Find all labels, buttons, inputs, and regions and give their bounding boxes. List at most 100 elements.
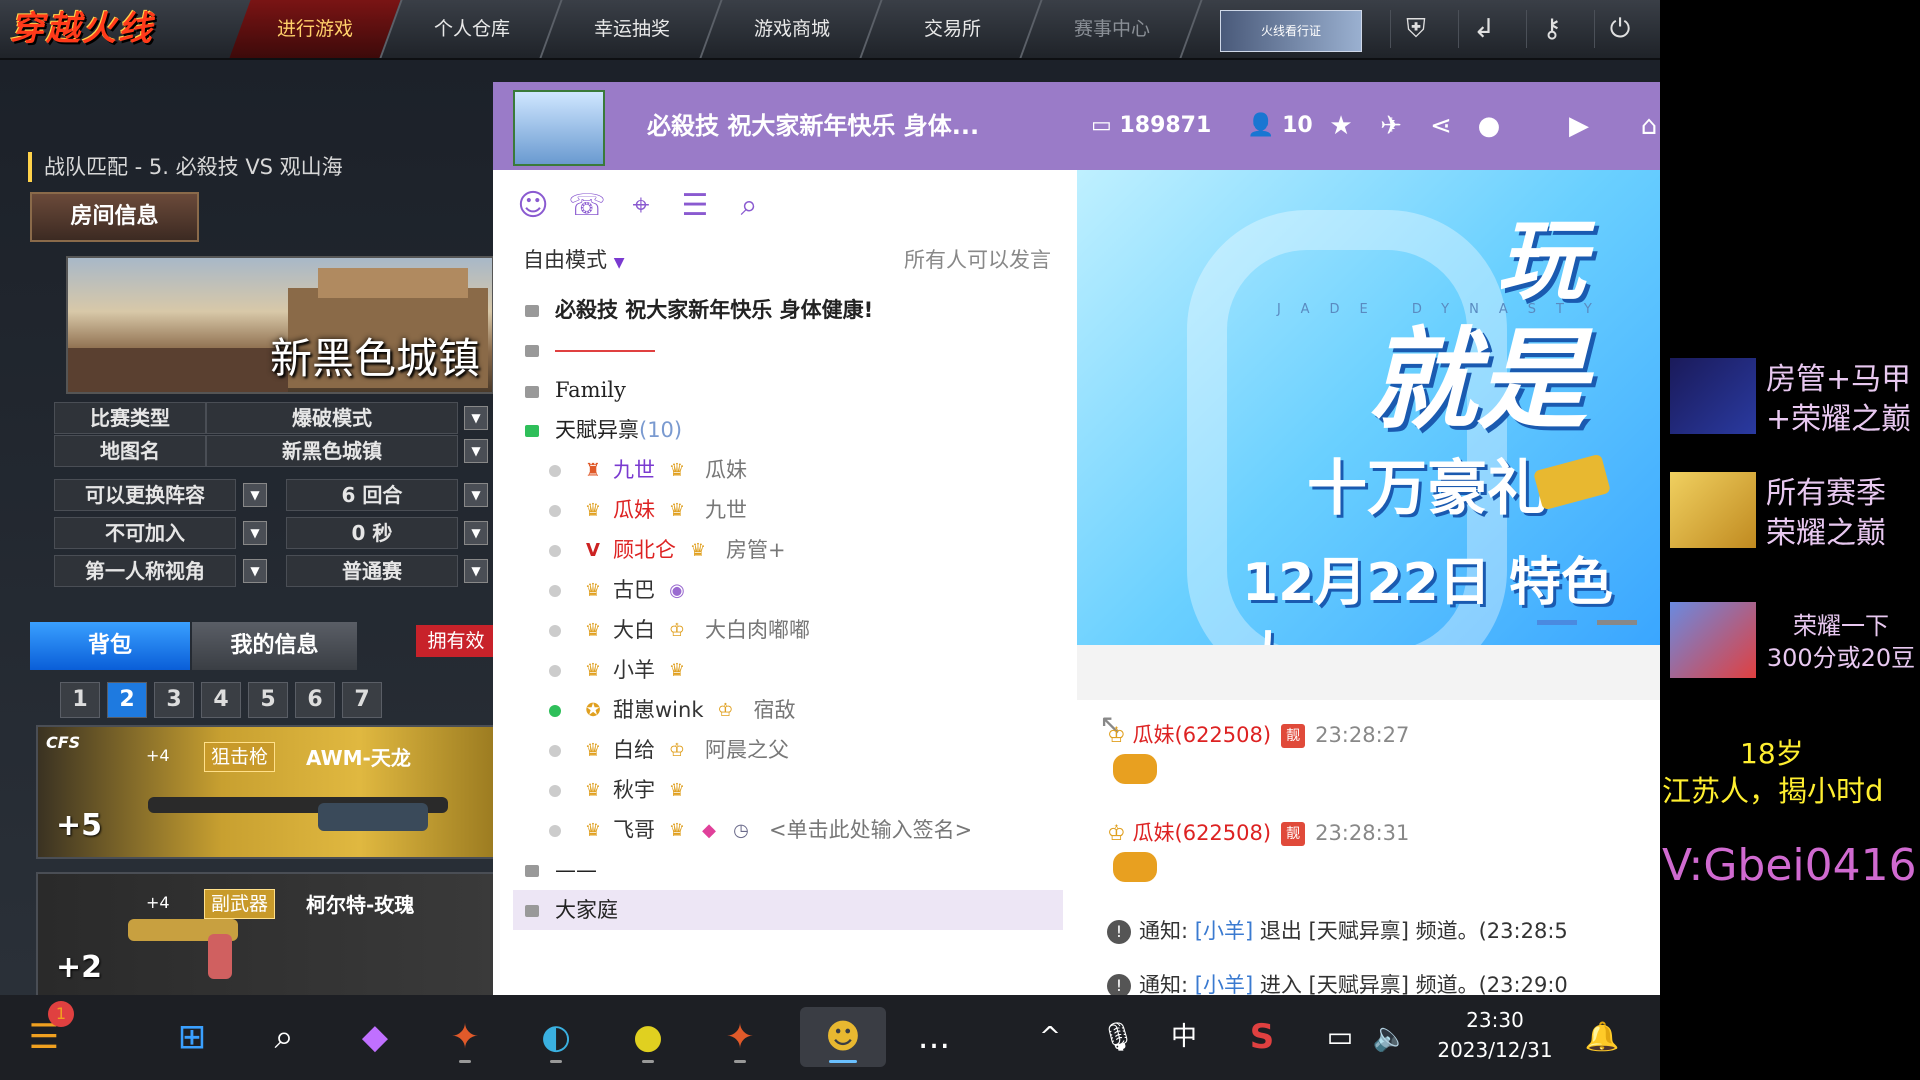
- member-row[interactable]: ♛ 大白 ♔ 大白肉嘟嘟: [549, 610, 1069, 650]
- plane-icon[interactable]: ✈: [1369, 82, 1413, 170]
- member-row[interactable]: V 顾北仑 ♛ 房管+: [549, 530, 1069, 570]
- page-button-5[interactable]: 5: [248, 682, 288, 718]
- view-setting[interactable]: 第一人称视角: [54, 555, 236, 587]
- member-row[interactable]: ♛ 小羊 ♛: [549, 650, 1069, 690]
- map-label: 地图名: [54, 435, 206, 467]
- tab-my-info[interactable]: 我的信息: [192, 622, 357, 670]
- fish-app-icon[interactable]: ●: [618, 1007, 678, 1067]
- nav-tab-lottery[interactable]: 幸运抽奖: [544, 0, 723, 58]
- nav-tab-play[interactable]: 进行游戏: [229, 0, 403, 58]
- chevron-up-icon[interactable]: ^: [1020, 1007, 1080, 1067]
- map-dropdown-icon[interactable]: ▼: [464, 439, 488, 463]
- carousel-dot[interactable]: [1597, 620, 1637, 625]
- member-row[interactable]: ♛ 秋宇 ♛: [549, 770, 1069, 810]
- nav-tab-inventory[interactable]: 个人仓库: [384, 0, 563, 58]
- page-button-3[interactable]: 3: [154, 682, 194, 718]
- member-row[interactable]: ♛ 飞哥 ♛ ◆ ◷ <单击此处输入签名>: [549, 810, 1069, 850]
- channel-item[interactable]: [525, 330, 1045, 370]
- channel-item-active[interactable]: 天賦异禀(10): [525, 410, 1045, 450]
- microphone-icon[interactable]: 🎙: [1088, 1007, 1148, 1067]
- carousel-dot-active[interactable]: [1537, 620, 1577, 625]
- alert-icon[interactable]: ●: [1467, 82, 1511, 170]
- weapon-card-colt[interactable]: +4 副武器 柯尔特-玫瑰 +2: [36, 872, 500, 995]
- page-button-4[interactable]: 4: [201, 682, 241, 718]
- status-dot: [549, 825, 561, 837]
- start-icon[interactable]: ⊞: [162, 1007, 222, 1067]
- member-row[interactable]: ✪ 甜崽wink ♔ 宿敌: [549, 690, 1069, 730]
- copilot-icon[interactable]: ◆: [345, 1007, 405, 1067]
- vip-icon: V: [586, 540, 600, 561]
- message-header: ♔ 瓜妹(622508) 靓 23:28:27: [1107, 723, 1410, 748]
- page-button-6[interactable]: 6: [295, 682, 335, 718]
- page-button-1[interactable]: 1: [60, 682, 100, 718]
- member-row[interactable]: ♛ 瓜妹 ♛ 九世: [549, 490, 1069, 530]
- game-client-icon[interactable]: ✦: [710, 1007, 770, 1067]
- shield-icon[interactable]: ⛨: [1390, 10, 1441, 48]
- member-row[interactable]: ♛ 古巴 ◉: [549, 570, 1069, 610]
- share-icon[interactable]: ⋖: [1419, 82, 1463, 170]
- widgets-icon[interactable]: ☰ 1: [14, 1001, 74, 1067]
- sogou-icon[interactable]: S: [1232, 1007, 1292, 1067]
- nav-tab-exchange[interactable]: 交易所: [864, 0, 1043, 58]
- join-setting[interactable]: 不可加入: [54, 517, 236, 549]
- member-row[interactable]: ♜ 九世 ♛ 瓜妹: [549, 450, 1069, 490]
- nav-tab-events[interactable]: 赛事中心: [1024, 0, 1203, 58]
- overlay-text-1: 房管+马甲 +荣耀之巅: [1766, 362, 1912, 437]
- return-icon[interactable]: ↲: [1458, 10, 1509, 48]
- home-icon[interactable]: ⌂: [1627, 82, 1660, 170]
- channel-tree-panel: ☺ ☏ ⌖ ☰ ⌕ 自由模式 ▼ 所有人可以发言 必殺技 祝大家新年快乐 身体健…: [493, 170, 1075, 995]
- video-icon[interactable]: ▶: [1557, 82, 1601, 170]
- nav-tab-shop[interactable]: 游戏商城: [704, 0, 883, 58]
- swap-team-setting[interactable]: 可以更换阵容: [54, 479, 236, 511]
- star-icon[interactable]: ★: [1319, 82, 1363, 170]
- mode-selector[interactable]: 自由模式 ▼: [523, 244, 624, 274]
- search-icon[interactable]: ⌕: [727, 184, 771, 228]
- notes-icon[interactable]: ☰: [673, 184, 717, 228]
- channel-item[interactable]: Family: [525, 370, 1045, 410]
- search-icon[interactable]: ⌕: [254, 1007, 314, 1067]
- game-app-icon[interactable]: ✦: [435, 1007, 495, 1067]
- page-button-7[interactable]: 7: [342, 682, 382, 718]
- rounds-setting[interactable]: 6 回合: [286, 479, 458, 511]
- volume-icon[interactable]: 🔈: [1360, 1007, 1420, 1067]
- match-mode-dropdown-icon[interactable]: ▼: [464, 559, 488, 583]
- location-icon[interactable]: ⌖: [619, 184, 663, 228]
- rounds-dropdown-icon[interactable]: ▼: [464, 483, 488, 507]
- channel-item[interactable]: 必殺技 祝大家新年快乐 身体健康!: [525, 290, 1045, 330]
- weapon-card-awm[interactable]: CFS +4 狙击枪 AWM-天龙 +5: [36, 725, 500, 859]
- owned-filter-button[interactable]: 拥有效: [416, 625, 496, 657]
- map-value[interactable]: 新黑色城镇: [206, 435, 458, 467]
- power-icon[interactable]: ⏻: [1594, 10, 1645, 48]
- swap-team-dropdown-icon[interactable]: ▼: [243, 483, 267, 507]
- clock[interactable]: 23:30 2023/12/31: [1435, 1005, 1555, 1065]
- chat-bubble-icon[interactable]: ☏: [565, 184, 609, 228]
- channel-item-selected[interactable]: 大家庭: [513, 890, 1063, 930]
- channel-avatar[interactable]: [513, 90, 605, 166]
- user-icon[interactable]: ☺: [511, 184, 555, 228]
- page-button-2[interactable]: 2: [107, 682, 147, 718]
- bell-icon[interactable]: 🔔: [1572, 1007, 1632, 1067]
- join-dropdown-icon[interactable]: ▼: [243, 521, 267, 545]
- app-indicator: [550, 1060, 562, 1063]
- seconds-setting[interactable]: 0 秒: [286, 517, 458, 549]
- room-info-button[interactable]: 房间信息: [30, 192, 199, 242]
- view-dropdown-icon[interactable]: ▼: [243, 559, 267, 583]
- voice-app-icon[interactable]: ☻: [800, 1007, 886, 1067]
- emoji-sticker[interactable]: [1113, 754, 1157, 784]
- match-type-dropdown-icon[interactable]: ▼: [464, 406, 488, 430]
- tab-backpack[interactable]: 背包: [30, 622, 190, 670]
- edge-icon[interactable]: ◐: [526, 1007, 586, 1067]
- more-apps-icon[interactable]: ...: [904, 1007, 964, 1067]
- match-mode-setting[interactable]: 普通赛: [286, 555, 458, 587]
- member-row[interactable]: ♛ 白给 ♔ 阿晨之父: [549, 730, 1069, 770]
- event-banner[interactable]: JADE DYNASTY 玩 就是 十万豪礼 12月22日 特色大: [1077, 170, 1660, 645]
- promo-banner[interactable]: 火线看行证: [1220, 10, 1362, 52]
- key-icon[interactable]: ⚷: [1526, 10, 1577, 48]
- emoji-sticker[interactable]: [1113, 852, 1157, 882]
- message-list: ↖ ♔ 瓜妹(622508) 靓 23:28:27 ♔ 瓜妹(622508) 靓 23:…: [1077, 700, 1660, 995]
- match-type-value[interactable]: 爆破模式: [206, 402, 458, 434]
- seconds-dropdown-icon[interactable]: ▼: [464, 521, 488, 545]
- mode-note: 所有人可以发言: [904, 248, 1051, 272]
- channel-item[interactable]: ——: [525, 850, 1045, 890]
- ime-indicator[interactable]: 中: [1154, 1007, 1214, 1067]
